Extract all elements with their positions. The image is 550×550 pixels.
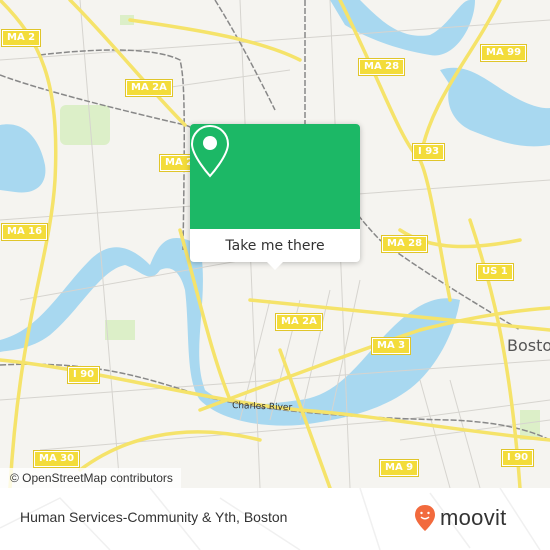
route-shield: I 93 (411, 143, 446, 161)
map[interactable]: MA 2 MA 2A MA 2 MA 16 MA 28 MA 99 I 93 M… (0, 0, 550, 488)
destination-popup: Take me there (190, 124, 360, 270)
take-me-there-button[interactable]: Take me there (190, 229, 360, 262)
popup-header (190, 124, 360, 229)
map-pin-icon (190, 124, 230, 178)
route-shield: MA 28 (380, 235, 429, 253)
moovit-pin-icon (415, 505, 435, 531)
moovit-logo[interactable]: moovit (414, 504, 507, 532)
route-shield: MA 30 (32, 450, 81, 468)
place-label-boston: Boston (507, 336, 550, 355)
fresh-pond (0, 124, 46, 193)
popup-pointer (267, 262, 283, 270)
route-shield: MA 9 (378, 459, 420, 477)
park (105, 320, 135, 340)
route-shield: MA 99 (479, 44, 528, 62)
route-shield: MA 28 (357, 58, 406, 76)
route-shield: MA 16 (0, 223, 49, 241)
river-label: Charles River (231, 400, 293, 414)
brand-name: moovit (440, 505, 507, 530)
route-shield: I 90 (66, 366, 101, 384)
route-shield: MA 2A (125, 79, 173, 97)
map-attribution[interactable]: © OpenStreetMap contributors (0, 468, 181, 488)
route-shield: US 1 (476, 263, 514, 281)
route-shield: MA 3 (370, 337, 412, 355)
park (60, 105, 110, 145)
footer: Human Services-Community & Yth, Boston m… (0, 488, 550, 550)
harbor (440, 67, 550, 147)
route-shield: MA 2 (0, 29, 42, 47)
route-shield: I 90 (500, 449, 535, 467)
place-title: Human Services-Community & Yth, Boston (20, 509, 288, 525)
route-shield: MA 2A (275, 313, 323, 331)
